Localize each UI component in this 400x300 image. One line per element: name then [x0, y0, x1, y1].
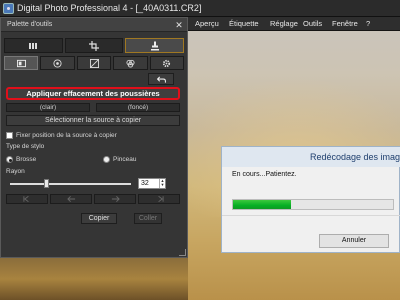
- dialog-separator: [222, 215, 400, 216]
- first-button[interactable]: [6, 194, 48, 204]
- next-icon: [111, 196, 120, 202]
- resize-grip-icon[interactable]: [179, 249, 186, 256]
- previous-icon: [66, 196, 75, 202]
- undo-button[interactable]: [148, 73, 174, 85]
- dialog-title: Redécodage des images: [222, 147, 400, 167]
- palette-close-icon[interactable]: ✕: [174, 20, 184, 30]
- menu-etiquette[interactable]: Étiquette: [229, 19, 259, 28]
- radius-slider-thumb[interactable]: [44, 179, 50, 188]
- stamp-icon: [150, 41, 159, 50]
- progress-bar: [232, 199, 394, 210]
- tab-crop[interactable]: [64, 38, 124, 53]
- window-title: Digital Photo Professional 4 - [_40A0311…: [17, 3, 202, 13]
- basic-adjust-icon: [16, 59, 26, 67]
- settings-gear-icon: [163, 59, 171, 67]
- apply-dust-delete-button[interactable]: Appliquer effacement des poussières: [6, 87, 180, 100]
- tab-adjust-image[interactable]: [4, 38, 63, 53]
- menu-reglage[interactable]: Réglage: [270, 19, 298, 28]
- crop-icon: [89, 40, 99, 51]
- tool-settings[interactable]: [149, 56, 185, 70]
- menu-apercu[interactable]: Aperçu: [195, 19, 219, 28]
- radius-spinbox[interactable]: 32 ▲ ▼: [138, 178, 166, 189]
- previous-button[interactable]: [50, 194, 92, 204]
- light-button[interactable]: (clair): [6, 103, 90, 112]
- lens-correction-icon: [53, 58, 62, 68]
- tool-tone-curve[interactable]: [76, 56, 112, 70]
- brush-label: Brosse: [16, 156, 37, 163]
- pen-type-label: Type de stylo: [6, 143, 45, 150]
- tab-stamp[interactable]: [125, 38, 185, 53]
- next-button[interactable]: [94, 194, 136, 204]
- radius-value: 32: [141, 180, 149, 187]
- photo-strip-left: [0, 258, 188, 300]
- first-icon: [22, 196, 29, 202]
- dark-button[interactable]: (foncé): [96, 103, 180, 112]
- tool-basic-adjust[interactable]: [4, 56, 39, 70]
- window-title-bar: Digital Photo Professional 4 - [_40A0311…: [0, 0, 400, 17]
- radius-label: Rayon: [6, 168, 25, 175]
- progress-fill: [233, 200, 291, 209]
- brush-option[interactable]: Brosse: [6, 155, 36, 164]
- tool-lens-correction[interactable]: [40, 56, 75, 70]
- pencil-label: Pinceau: [113, 156, 137, 163]
- color-adjust-icon: [126, 59, 135, 68]
- pencil-option[interactable]: Pinceau: [103, 155, 137, 164]
- fix-source-row[interactable]: Fixer position de la source à copier: [6, 131, 117, 140]
- menu-outils[interactable]: Outils: [303, 19, 322, 28]
- undo-arrow-icon: [156, 76, 166, 83]
- redecode-dialog: Redécodage des images En cours...Patient…: [221, 146, 400, 253]
- menu-fenetre[interactable]: Fenêtre: [332, 19, 358, 28]
- nav-buttons-row: [6, 194, 180, 204]
- last-button[interactable]: [138, 194, 180, 204]
- cancel-button[interactable]: Annuler: [319, 234, 389, 248]
- menu-bar: Aperçu Étiquette Réglage Outils Fenêtre …: [188, 17, 400, 31]
- brush-radio[interactable]: [6, 156, 13, 163]
- palette-title: Palette d'outils: [7, 21, 53, 28]
- palette-title-bar[interactable]: Palette d'outils ✕: [1, 18, 187, 32]
- pencil-radio[interactable]: [103, 156, 110, 163]
- tone-curve-icon: [89, 58, 99, 68]
- app-icon: [3, 3, 14, 14]
- copy-button[interactable]: Copier: [81, 213, 117, 224]
- fix-source-label: Fixer position de la source à copier: [16, 132, 117, 139]
- tool-palette: Palette d'outils ✕ Appliquer effacement …: [0, 17, 188, 258]
- tool-color-adjust[interactable]: [113, 56, 148, 70]
- palette-tool-tabs: [4, 56, 185, 70]
- spin-arrows-icon[interactable]: ▲ ▼: [159, 179, 165, 188]
- paste-button[interactable]: Coller: [134, 213, 162, 224]
- select-source-button[interactable]: Sélectionner la source à copier: [6, 115, 180, 126]
- fix-source-checkbox[interactable]: [6, 132, 13, 139]
- adjust-image-icon: [29, 42, 38, 49]
- last-icon: [157, 196, 164, 202]
- dialog-message: En cours...Patientez.: [232, 171, 297, 178]
- radius-slider[interactable]: [10, 179, 131, 188]
- menu-help[interactable]: ?: [366, 19, 370, 28]
- palette-top-tabs: [4, 38, 185, 53]
